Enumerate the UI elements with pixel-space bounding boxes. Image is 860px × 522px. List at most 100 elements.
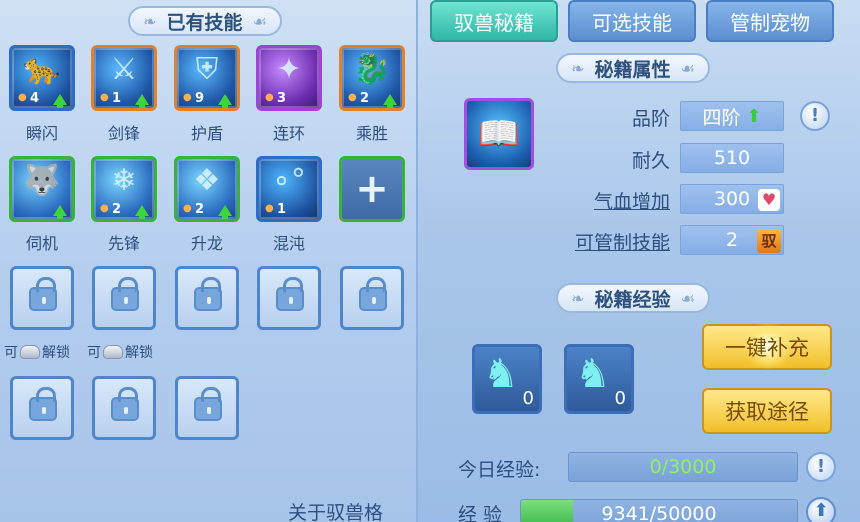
upgrade-arrow-icon xyxy=(135,205,149,219)
controllable-skills-value: 2 xyxy=(725,229,739,251)
lock-icon xyxy=(29,277,57,311)
attr-label-controllable-skills[interactable]: 可管制技能 xyxy=(540,228,670,255)
experience-header: ❧ 秘籍经验 ☙ xyxy=(556,283,710,313)
silver-ingot-icon xyxy=(103,345,123,359)
ornament-icon: ☙ xyxy=(252,11,267,31)
about-beast-slot-link[interactable]: 关于驭兽格 xyxy=(288,498,383,522)
skill-slot-4[interactable]: ✦ ● 3 xyxy=(256,45,322,111)
paw-icon: ● xyxy=(265,92,274,103)
locked-slot[interactable] xyxy=(257,266,321,330)
skill-label: 瞬闪 xyxy=(25,124,58,143)
upgrade-arrow-icon xyxy=(135,94,149,108)
skill-level: 2 xyxy=(360,91,370,106)
rising-dragon-icon: ❖ xyxy=(193,163,221,198)
attributes-title: 秘籍属性 xyxy=(594,58,671,81)
info-icon[interactable]: ! xyxy=(806,452,836,482)
skill-slot-6[interactable]: 🐺 xyxy=(9,156,75,222)
wolf-icon: 🐺 xyxy=(23,163,61,198)
skill-label: 护盾 xyxy=(190,124,223,143)
level-up-button[interactable]: ⬆ xyxy=(806,497,836,522)
ice-shard-icon: ❄ xyxy=(111,163,137,198)
upgrade-arrow-icon xyxy=(218,205,232,219)
skill-slot-5[interactable]: 🐉 ● 2 xyxy=(339,45,405,111)
skill-label: 剑锋 xyxy=(107,124,140,143)
info-icon[interactable]: ! xyxy=(800,101,830,131)
skill-slot-8[interactable]: ❖ ● 2 xyxy=(174,156,240,222)
tab-controlled-pets[interactable]: 管制宠物 xyxy=(706,0,834,42)
tab-optional-skills[interactable]: 可选技能 xyxy=(568,0,696,42)
exp-item-count: 0 xyxy=(614,388,626,409)
unlock-hint-prefix: 可 xyxy=(87,345,101,361)
spirit-horse-icon: ♞ xyxy=(575,351,611,397)
acquire-route-button[interactable]: 获取途径 xyxy=(702,388,832,434)
paw-icon: ● xyxy=(183,92,192,103)
heart-icon: ♥ xyxy=(758,189,780,211)
unlock-hint-prefix: 可 xyxy=(4,345,18,361)
skill-slot-2[interactable]: ⚔ ● 1 xyxy=(91,45,157,111)
locked-slot[interactable] xyxy=(175,266,239,330)
paw-icon: ● xyxy=(100,92,109,103)
attr-value-grade: 四阶 ⬆ xyxy=(680,101,784,131)
lock-icon xyxy=(111,277,139,311)
attr-label-grade: 品阶 xyxy=(631,108,670,130)
owned-skills-panel: ❧ 已有技能 ☙ 🐆 ● 4 瞬闪 ⚔ ● 1 剑锋 ⛨ ● 9 护盾 ✦ ● … xyxy=(0,0,418,522)
lock-icon xyxy=(194,277,222,311)
paw-icon: ● xyxy=(18,92,27,103)
add-skill-button[interactable]: + xyxy=(339,156,405,222)
ornament-icon: ☙ xyxy=(680,58,695,78)
skill-label: 先锋 xyxy=(107,234,140,253)
lock-icon xyxy=(29,387,57,421)
skill-label: 升龙 xyxy=(190,234,223,253)
upgrade-arrow-icon xyxy=(53,94,67,108)
upgrade-arrow-icon xyxy=(383,94,397,108)
locked-slot[interactable] xyxy=(10,266,74,330)
unlock-hint: 可 解锁 xyxy=(87,342,153,362)
bubbles-icon: ∘° xyxy=(272,163,306,198)
unlock-hint: 可 解锁 xyxy=(4,342,70,362)
one-click-fill-label: 一键补充 xyxy=(725,336,809,360)
locked-slot[interactable] xyxy=(10,376,74,440)
today-exp-bar: 0/3000 xyxy=(568,452,798,482)
experience-title: 秘籍经验 xyxy=(594,288,671,311)
exp-item-slot[interactable]: ♞ 0 xyxy=(564,344,634,414)
lock-icon xyxy=(111,387,139,421)
hp-bonus-value: 300 xyxy=(713,188,751,210)
owned-skills-title: 已有技能 xyxy=(166,11,243,34)
attr-label-hp-bonus[interactable]: 气血增加 xyxy=(540,187,670,214)
tab-beast-manual[interactable]: 驭兽秘籍 xyxy=(430,0,558,42)
locked-slot[interactable] xyxy=(175,376,239,440)
attr-value-hp-bonus: 300 ♥ xyxy=(680,184,784,214)
skill-label: 连环 xyxy=(272,124,305,143)
ornament-icon: ❧ xyxy=(571,58,585,78)
skill-slot-7[interactable]: ❄ ● 2 xyxy=(91,156,157,222)
ornament-icon: ❧ xyxy=(571,288,585,308)
ornament-icon: ☙ xyxy=(680,288,695,308)
manual-book-icon[interactable]: 📖 xyxy=(464,98,534,170)
one-click-fill-button[interactable]: 一键补充 xyxy=(702,322,832,370)
paw-icon: ● xyxy=(100,203,109,214)
skill-slot-1[interactable]: 🐆 ● 4 xyxy=(9,45,75,111)
ornament-icon: ❧ xyxy=(143,11,157,31)
skill-level: 9 xyxy=(195,91,205,106)
skill-label: 乘胜 xyxy=(355,124,388,143)
attr-value-durability: 510 xyxy=(680,143,784,173)
upgrade-arrow-icon[interactable]: ⬆ xyxy=(746,106,761,127)
locked-slot[interactable] xyxy=(340,266,404,330)
locked-slot[interactable] xyxy=(92,376,156,440)
unlock-hint-suffix: 解锁 xyxy=(42,345,70,361)
spirit-horse-icon: ♞ xyxy=(483,351,519,397)
claw-icon: ✦ xyxy=(276,52,302,87)
exp-item-slot[interactable]: ♞ 0 xyxy=(472,344,542,414)
skill-slot-3[interactable]: ⛨ ● 9 xyxy=(174,45,240,111)
skill-level: 1 xyxy=(112,91,122,106)
silver-ingot-icon xyxy=(20,345,40,359)
panther-icon: 🐆 xyxy=(23,52,61,87)
lock-icon xyxy=(194,387,222,421)
locked-slot[interactable] xyxy=(92,266,156,330)
acquire-route-label: 获取途径 xyxy=(725,400,809,424)
today-exp-value: 0/3000 xyxy=(649,456,717,478)
lock-icon xyxy=(276,277,304,311)
skill-slot-9[interactable]: ∘° ● 1 xyxy=(256,156,322,222)
paw-icon: ● xyxy=(183,203,192,214)
today-exp-label: 今日经验: xyxy=(458,459,541,481)
